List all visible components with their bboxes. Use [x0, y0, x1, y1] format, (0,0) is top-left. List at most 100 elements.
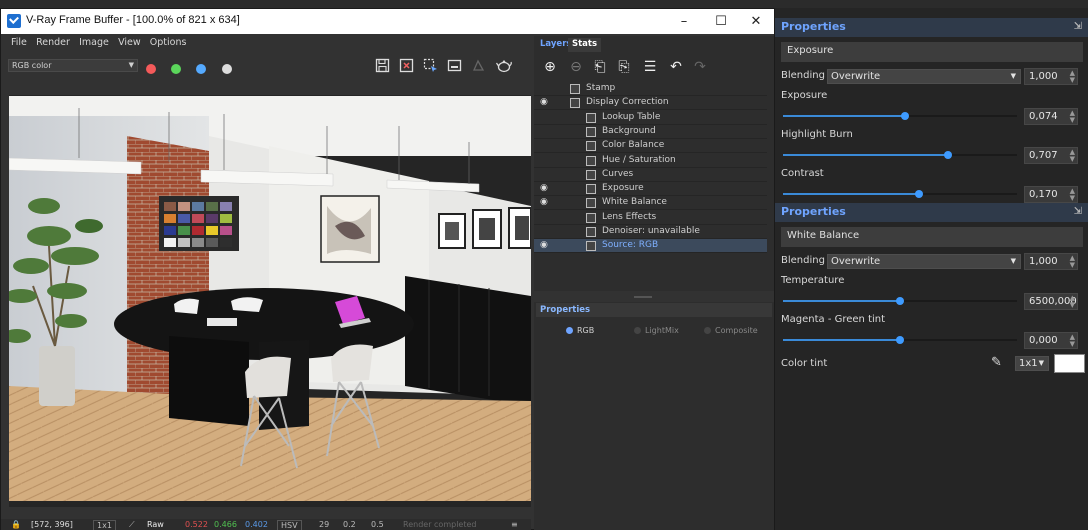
- layer-name: Lookup Table: [602, 111, 661, 122]
- teapot-render-icon[interactable]: [496, 58, 513, 75]
- layer-type-icon: [586, 241, 596, 252]
- layers-panel: Layers Stats ⊕ ⊖ ⎗ ⎘ ☰ ↶ ↷ Stamp ◉ Display…: [534, 36, 774, 298]
- wb-section-title: White Balance: [781, 227, 1083, 247]
- exposure-slider-handle[interactable]: [944, 151, 952, 159]
- pixel-v-value: 0.5: [371, 520, 384, 529]
- menu-render[interactable]: Render: [33, 35, 73, 48]
- wb-blending-dropdown[interactable]: Overwrite ▼: [827, 254, 1021, 269]
- red-channel-button[interactable]: [146, 64, 156, 74]
- layer-type-icon: [586, 198, 596, 209]
- layer-row[interactable]: ◉ Source: RGB: [534, 239, 767, 254]
- spinner-icon[interactable]: ▲ ▼: [1070, 334, 1075, 348]
- log-icon[interactable]: ≡: [511, 520, 518, 529]
- wb-slider-handle[interactable]: [896, 297, 904, 305]
- layer-row[interactable]: Stamp: [534, 82, 767, 96]
- layer-row[interactable]: Lookup Table: [534, 111, 767, 125]
- menu-file[interactable]: File: [1, 35, 30, 48]
- menu-image[interactable]: Image: [76, 35, 112, 48]
- delete-layer-icon[interactable]: ⊖: [566, 58, 586, 76]
- layer-presets-icon[interactable]: ☰: [640, 58, 660, 76]
- maximize-button[interactable]: ☐: [703, 9, 739, 34]
- layer-row[interactable]: ◉ Display Correction: [534, 96, 767, 111]
- add-layer-icon[interactable]: ⊕: [540, 58, 560, 76]
- zoom-select[interactable]: 1x1: [93, 520, 116, 530]
- spinner-icon[interactable]: ▲ ▼: [1070, 149, 1075, 163]
- exposure-slider-value-field[interactable]: 0,170 ▲ ▼: [1024, 186, 1078, 203]
- region-render-icon[interactable]: [422, 58, 439, 75]
- exposure-slider-label: Highlight Burn: [781, 129, 853, 140]
- minimize-button[interactable]: –: [666, 9, 702, 34]
- layer-row[interactable]: Background: [534, 125, 767, 139]
- channel-select-value: RGB color: [12, 61, 52, 70]
- lock-icon[interactable]: 🔒: [11, 520, 21, 529]
- exposure-slider-value-field[interactable]: 0,707 ▲ ▼: [1024, 147, 1078, 164]
- source-properties-panel: Properties RGB LightMix Composite: [534, 302, 774, 530]
- undo-icon[interactable]: ↶: [666, 58, 686, 76]
- save-layers-icon[interactable]: ⎗: [590, 58, 610, 76]
- layer-row[interactable]: Hue / Saturation: [534, 154, 767, 168]
- exposure-slider-value-field[interactable]: 0,074 ▲ ▼: [1024, 108, 1078, 125]
- save-icon[interactable]: [374, 58, 391, 75]
- eyedropper-icon[interactable]: ✎: [991, 355, 1002, 370]
- alpha-channel-button[interactable]: [222, 64, 232, 74]
- spinner-icon[interactable]: ▲ ▼: [1070, 188, 1075, 202]
- wb-blending-value: Overwrite: [831, 256, 881, 267]
- blue-channel-button[interactable]: [196, 64, 206, 74]
- exposure-slider-handle[interactable]: [915, 190, 923, 198]
- lock-render-icon[interactable]: [470, 58, 487, 75]
- menu-view[interactable]: View: [115, 35, 144, 48]
- layer-type-icon: [586, 227, 596, 237]
- eye-icon[interactable]: ◉: [540, 96, 548, 109]
- spinner-icon[interactable]: ▲ ▼: [1070, 70, 1075, 84]
- color-tint-size-select[interactable]: 1x1 ▼: [1015, 356, 1049, 371]
- channel-select[interactable]: RGB color ▼: [8, 59, 138, 72]
- track-mouse-icon[interactable]: [446, 58, 463, 75]
- pixel-coords: [572, 396]: [31, 520, 73, 529]
- exposure-slider-fill: [783, 154, 948, 156]
- exposure-slider-value: 0,707: [1029, 150, 1058, 161]
- layer-name: Lens Effects: [602, 211, 657, 222]
- radio-rgb[interactable]: RGB: [566, 326, 594, 335]
- spinner-icon[interactable]: ▲ ▼: [1070, 295, 1075, 309]
- color-tint-swatch[interactable]: [1054, 354, 1085, 373]
- layer-row[interactable]: ◉ Exposure: [534, 182, 767, 197]
- wb-slider-label: Temperature: [781, 275, 845, 286]
- eye-icon[interactable]: ◉: [540, 196, 548, 209]
- wb-blending-amount[interactable]: 1,000 ▲ ▼: [1024, 253, 1078, 270]
- radio-lightmix[interactable]: LightMix: [634, 326, 679, 335]
- wb-slider-handle[interactable]: [896, 336, 904, 344]
- wb-slider-fill: [783, 339, 900, 341]
- eye-icon[interactable]: ◉: [540, 239, 548, 252]
- menu-options[interactable]: Options: [147, 35, 190, 48]
- exposure-slider-row: Contrast 0,170 ▲ ▼: [775, 168, 1088, 207]
- close-button[interactable]: ✕: [738, 9, 774, 34]
- layer-row[interactable]: Denoiser: unavailable: [534, 225, 767, 239]
- pin-icon[interactable]: ⇲: [1074, 21, 1082, 32]
- spinner-icon[interactable]: ▲ ▼: [1070, 255, 1075, 269]
- load-layers-icon[interactable]: ⎘: [614, 58, 634, 76]
- layer-row[interactable]: ◉ White Balance: [534, 196, 767, 211]
- spinner-icon[interactable]: ▲ ▼: [1070, 110, 1075, 124]
- color-space-select[interactable]: HSV: [277, 520, 302, 530]
- eye-icon[interactable]: ◉: [540, 182, 548, 195]
- radio-composite[interactable]: Composite: [704, 326, 758, 335]
- exposure-blending-dropdown[interactable]: Overwrite ▼: [827, 69, 1021, 84]
- exposure-slider-fill: [783, 193, 919, 195]
- exposure-slider-handle[interactable]: [901, 112, 909, 120]
- layer-row[interactable]: Color Balance: [534, 139, 767, 154]
- clear-image-icon[interactable]: [398, 58, 415, 75]
- exposure-blending-amount[interactable]: 1,000 ▲ ▼: [1024, 68, 1078, 85]
- tab-stats[interactable]: Stats: [568, 38, 602, 52]
- raw-toggle[interactable]: Raw: [147, 520, 164, 529]
- redo-icon[interactable]: ↷: [690, 58, 710, 76]
- pin-icon[interactable]: ⇲: [1074, 206, 1082, 217]
- layer-row[interactable]: Lens Effects: [534, 211, 767, 225]
- green-channel-button[interactable]: [171, 64, 181, 74]
- layer-row[interactable]: Curves: [534, 168, 767, 182]
- layer-name: Curves: [602, 168, 634, 179]
- wb-slider-value-field[interactable]: 0,000 ▲ ▼: [1024, 332, 1078, 349]
- radio-off-icon: [704, 327, 711, 334]
- wb-slider-value-field[interactable]: 6500,000 ▲ ▼: [1024, 293, 1078, 310]
- panel-splitter[interactable]: [634, 296, 652, 298]
- wb-sliders: Temperature 6500,000 ▲ ▼ Magenta - Green tin…: [775, 275, 1088, 353]
